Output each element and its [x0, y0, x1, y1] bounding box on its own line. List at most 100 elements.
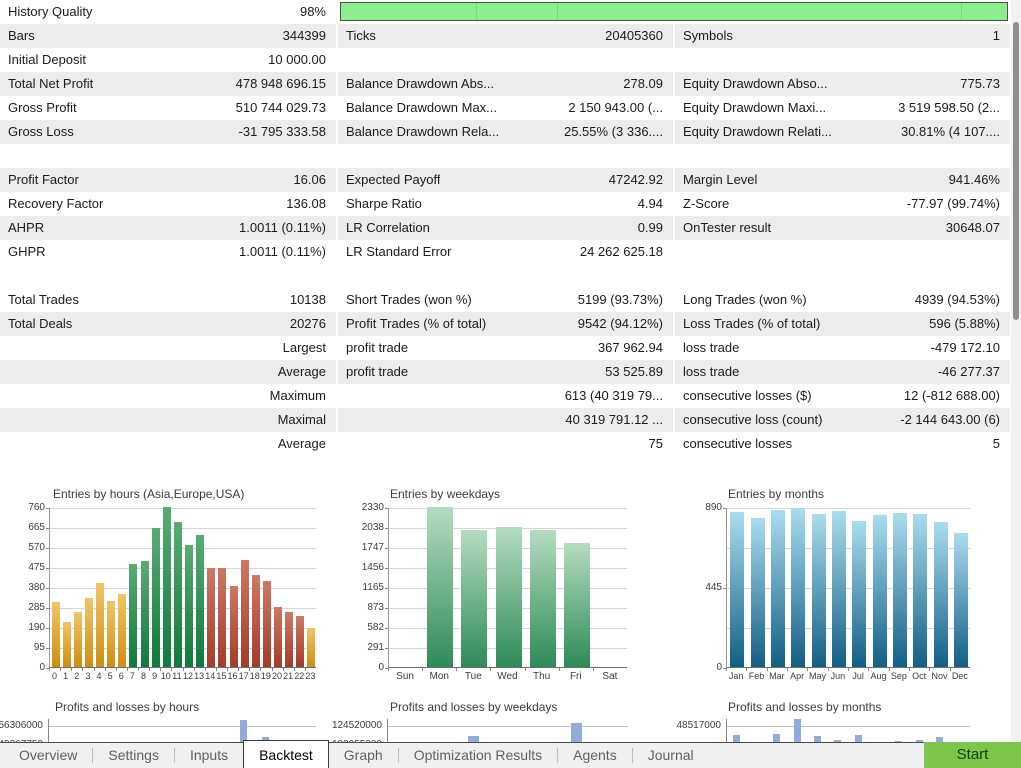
x-axis-tick-label: Mon: [420, 671, 458, 682]
y-axis-tick-label: 1747: [342, 542, 384, 553]
stat-value: 24 262 625.18: [580, 240, 673, 264]
y-tick-mark: [723, 588, 726, 589]
x-axis-tick-label: Fri: [557, 671, 595, 682]
y-axis-tick-label: 48517000: [653, 720, 721, 731]
x-axis-tick-label: 23: [303, 671, 318, 681]
stat-row: Profit Factor16.06Expected Payoff47242.9…: [0, 168, 1021, 192]
x-tick-mark: [828, 668, 829, 671]
tab-overview[interactable]: Overview: [4, 743, 92, 768]
stat-label: [0, 360, 8, 384]
bar-15: [218, 568, 226, 667]
y-axis-tick-label: 285: [3, 602, 45, 613]
x-tick-mark: [746, 668, 747, 671]
stat-cell: Equity Drawdown Maxi...3 519 598.50 (2..…: [675, 96, 1010, 120]
stat-label: Short Trades (won %): [338, 288, 472, 312]
y-tick-mark: [46, 648, 49, 649]
stat-cell: GHPR1.0011 (0.11%): [0, 240, 336, 264]
y-tick-mark: [46, 588, 49, 589]
progress-segment-line: [557, 3, 558, 20]
bar-0: [52, 602, 60, 667]
stat-label: Long Trades (won %): [675, 288, 807, 312]
stat-row: AHPR1.0011 (0.11%)LR Correlation0.99OnTe…: [0, 216, 1021, 240]
stat-value: 98%: [300, 0, 336, 24]
tab-backtest[interactable]: Backtest: [243, 740, 329, 768]
stat-cell: Equity Drawdown Abso...775.73: [675, 72, 1010, 96]
y-tick-mark: [385, 648, 388, 649]
y-axis-tick-label: 582: [342, 622, 384, 633]
chart-plot: [49, 508, 316, 668]
y-axis-tick-label: 2038: [342, 522, 384, 533]
stat-cell: Balance Drawdown Abs...278.09: [338, 72, 673, 96]
stat-label: Profit Trades (% of total): [338, 312, 486, 336]
stat-cell: Gross Loss-31 795 333.58: [0, 120, 336, 144]
stat-value: [1000, 48, 1010, 72]
bar-Aug: [873, 515, 887, 667]
stat-row: Gross Loss-31 795 333.58Balance Drawdown…: [0, 120, 1021, 144]
tab-graph[interactable]: Graph: [329, 743, 398, 768]
gridline: [726, 726, 970, 727]
stat-label: Z-Score: [675, 192, 729, 216]
tab-journal[interactable]: Journal: [633, 743, 709, 768]
chart-title: Entries by weekdays: [390, 487, 500, 501]
gridline: [727, 508, 970, 509]
bar-17: [241, 560, 249, 667]
y-tick-mark: [385, 568, 388, 569]
stat-cell: Long Trades (won %)4939 (94.53%): [675, 288, 1010, 312]
bar-Sep: [893, 513, 907, 667]
scrollbar-thumb[interactable]: [1013, 22, 1019, 320]
stats-table: History Quality98%Bars344399Ticks2040536…: [0, 0, 1021, 480]
bar-Thu: [530, 530, 556, 667]
tab-agents[interactable]: Agents: [558, 743, 632, 768]
y-axis-tick-label: 124520000: [314, 720, 382, 731]
bar-Tue: [461, 530, 487, 667]
stat-row: [0, 456, 1021, 480]
y-tick-mark: [385, 628, 388, 629]
vertical-scrollbar[interactable]: [1011, 0, 1021, 742]
chart-title: Profits and losses by months: [728, 700, 881, 714]
y-axis-tick-label: 890: [680, 502, 722, 513]
tab-optimization-results[interactable]: Optimization Results: [399, 743, 557, 768]
stat-label: Gross Profit: [0, 96, 77, 120]
stat-label: LR Standard Error: [338, 240, 452, 264]
stat-value: 30.81% (4 107....: [901, 120, 1010, 144]
stat-label: consecutive losses: [675, 432, 792, 456]
stat-label: [675, 240, 683, 264]
stat-row: [0, 144, 1021, 168]
x-axis-tick-label: Sun: [386, 671, 424, 682]
bar-Fri: [564, 543, 590, 667]
stat-cell: History Quality98%: [0, 0, 336, 24]
stat-label: Expected Payoff: [338, 168, 440, 192]
history-quality-progress-bar: [340, 2, 1008, 21]
stat-label: Total Deals: [0, 312, 72, 336]
y-tick-mark: [385, 508, 388, 509]
stat-value: [1000, 240, 1010, 264]
stat-row: Bars344399Ticks20405360Symbols1: [0, 24, 1021, 48]
stat-value: Maximal: [278, 408, 336, 432]
stat-cell: Balance Drawdown Max...2 150 943.00 (...: [338, 96, 673, 120]
x-axis-tick-label: Wed: [488, 671, 526, 682]
progress-segment-line: [961, 3, 962, 20]
x-tick-mark: [82, 668, 83, 671]
stat-value: 278.09: [623, 72, 673, 96]
stat-value: 367 962.94: [598, 336, 673, 360]
stat-label: Balance Drawdown Rela...: [338, 120, 499, 144]
stat-row: Averageprofit trade53 525.89loss trade-4…: [0, 360, 1021, 384]
stat-value: 40 319 791.12 ...: [565, 408, 673, 432]
stat-value: 53 525.89: [605, 360, 673, 384]
bar-3: [85, 598, 93, 667]
y-tick-mark: [46, 628, 49, 629]
stat-cell: [675, 240, 1010, 264]
tab-settings[interactable]: Settings: [93, 743, 174, 768]
x-tick-mark: [60, 668, 61, 671]
stat-label: [338, 432, 346, 456]
chart-plot: [726, 508, 970, 668]
stat-cell: Total Trades10138: [0, 288, 336, 312]
tab-inputs[interactable]: Inputs: [175, 743, 243, 768]
stat-label: Profit Factor: [0, 168, 79, 192]
stat-value: 20276: [290, 312, 336, 336]
bar-Apr: [791, 508, 805, 667]
x-tick-mark: [138, 668, 139, 671]
stat-label: LR Correlation: [338, 216, 430, 240]
x-tick-mark: [807, 668, 808, 671]
start-button[interactable]: Start: [924, 742, 1021, 768]
